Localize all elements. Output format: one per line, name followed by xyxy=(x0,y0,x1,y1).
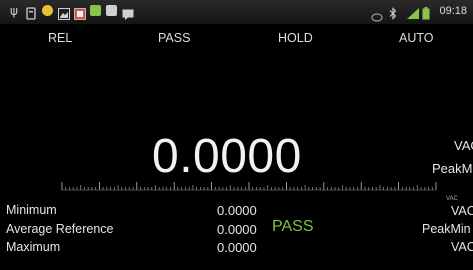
signal-icon xyxy=(406,5,420,24)
minimum-value: 0.0000 xyxy=(217,203,257,218)
hold-button[interactable]: HOLD xyxy=(278,31,313,45)
image-icon xyxy=(58,5,70,24)
average-reference-label: Average Reference xyxy=(6,222,114,236)
app-icon-2 xyxy=(90,5,101,16)
pass-status: PASS xyxy=(272,218,314,235)
auto-button[interactable]: AUTO xyxy=(399,31,434,45)
message-icon xyxy=(122,5,134,24)
pass-button[interactable]: PASS xyxy=(158,31,190,45)
gallery-icon xyxy=(74,5,86,24)
scale-unit: VAC xyxy=(446,196,458,202)
minimum-label: Minimum xyxy=(6,203,57,217)
maximum-unit: VAC xyxy=(451,240,473,254)
main-unit: VAC xyxy=(454,138,473,153)
maximum-label: Maximum xyxy=(6,240,61,254)
main-mode: PeakMax xyxy=(432,161,473,176)
scale-ticks xyxy=(61,182,437,191)
app-frame: ψ 09:18 REL PASS HOLD AUTO 0.0000 VA Pea… xyxy=(0,0,473,270)
app-icon-3 xyxy=(106,5,117,16)
battery-icon xyxy=(422,5,430,24)
average-mode: PeakMin xyxy=(422,222,471,236)
average-value: 0.0000 xyxy=(217,222,257,237)
usb-icon: ψ xyxy=(10,4,18,18)
status-time: 09:18 xyxy=(439,5,467,17)
minimum-unit: VAC xyxy=(451,204,473,218)
maximum-value: 0.0000 xyxy=(217,240,257,255)
status-bar: ψ 09:18 xyxy=(0,0,473,24)
app-icon xyxy=(42,5,53,16)
mode-bar: REL PASS HOLD AUTO xyxy=(0,24,473,52)
notification-icon xyxy=(26,5,37,24)
bargraph-scale xyxy=(61,182,437,191)
bluetooth-icon xyxy=(389,5,397,24)
main-reading: 0.0000 xyxy=(152,130,302,183)
rel-button[interactable]: REL xyxy=(48,31,72,45)
